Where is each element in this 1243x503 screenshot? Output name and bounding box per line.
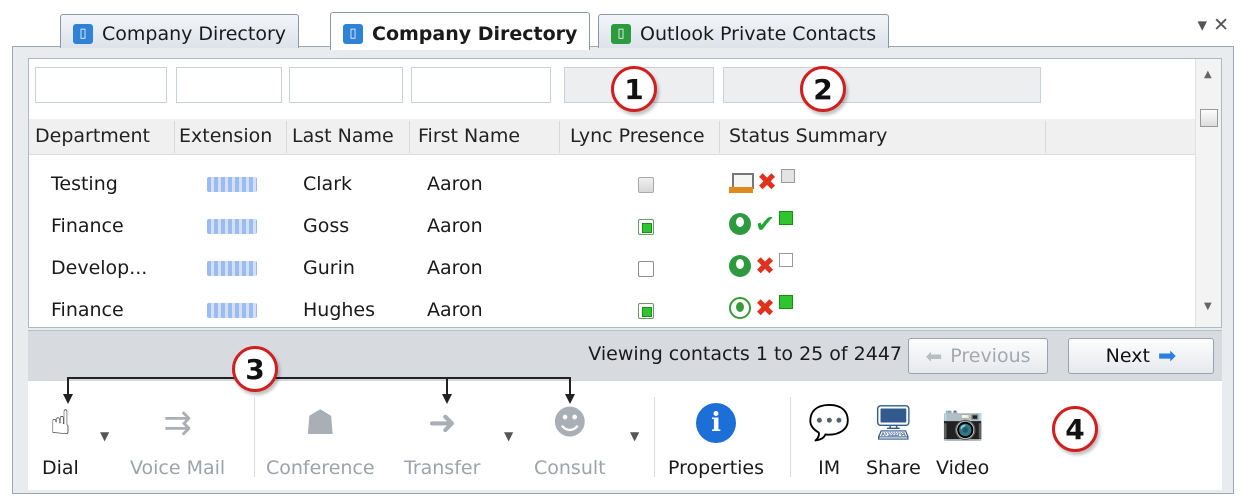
window: ▯ Company Directory ▯ Company Directory …	[0, 0, 1243, 503]
callout-2: 2	[800, 66, 846, 112]
callout-4: 4	[1052, 406, 1098, 452]
callout-1: 1	[611, 66, 657, 112]
callout-3: 3	[232, 346, 278, 392]
